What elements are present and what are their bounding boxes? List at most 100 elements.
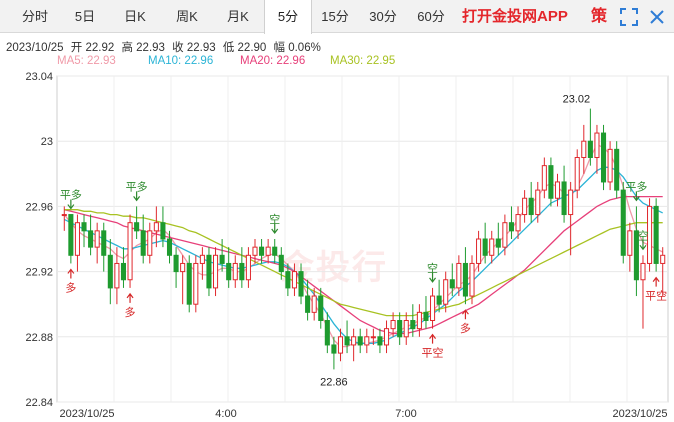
x-tick-label: 4:00 — [215, 408, 236, 420]
candle-body[interactable] — [594, 132, 600, 159]
candle-body[interactable] — [88, 230, 94, 248]
max-price-label: 23.02 — [563, 94, 591, 106]
signal-arrow-up — [67, 268, 75, 279]
candle-body[interactable] — [383, 328, 390, 346]
candle-body[interactable] — [443, 279, 449, 305]
candle-body[interactable] — [285, 271, 291, 289]
candle-body[interactable] — [193, 262, 199, 305]
candle-body[interactable] — [252, 246, 258, 256]
candle-body[interactable] — [515, 214, 521, 232]
min-price-label: 22.86 — [320, 376, 348, 388]
signal-label: 多 — [125, 305, 136, 319]
candle-body[interactable] — [180, 262, 186, 273]
candle-body[interactable] — [377, 336, 383, 346]
candle-body[interactable] — [153, 222, 159, 232]
candle-body[interactable] — [653, 205, 659, 264]
candle-body[interactable] — [403, 320, 409, 338]
signal-arrow-up — [652, 276, 660, 287]
candle-body[interactable] — [476, 238, 482, 264]
candle-body[interactable] — [166, 238, 173, 256]
candle-body[interactable] — [278, 254, 284, 273]
candle-body[interactable] — [449, 279, 455, 289]
candle-body[interactable] — [522, 197, 528, 216]
candle-body[interactable] — [331, 344, 337, 354]
candle-body[interactable] — [574, 157, 580, 191]
candle-body[interactable] — [81, 222, 87, 232]
candle-body[interactable] — [561, 181, 567, 216]
candle-body[interactable] — [101, 230, 107, 256]
candle-body[interactable] — [160, 222, 166, 240]
candle-body[interactable] — [364, 336, 370, 346]
candle-body[interactable] — [74, 222, 80, 256]
candle-body[interactable] — [265, 246, 271, 256]
candle-body[interactable] — [212, 254, 219, 289]
candle-body[interactable] — [206, 254, 212, 289]
candle-body[interactable] — [259, 246, 265, 256]
candle-body[interactable] — [410, 320, 416, 330]
candle-body[interactable] — [337, 336, 344, 354]
candle-body[interactable] — [620, 189, 626, 256]
candle-body[interactable] — [344, 336, 350, 346]
candle-body[interactable] — [94, 230, 100, 248]
candle-body[interactable] — [430, 295, 436, 321]
candle-body[interactable] — [640, 262, 646, 281]
candle-body[interactable] — [495, 238, 501, 248]
candle-body[interactable] — [173, 254, 179, 273]
candle-body[interactable] — [219, 254, 225, 264]
y-tick-label: 23 — [41, 136, 53, 148]
candle-body[interactable] — [147, 230, 153, 256]
candle-body[interactable] — [305, 295, 311, 313]
candle-body[interactable] — [140, 230, 146, 256]
candle-body[interactable] — [239, 262, 245, 281]
candle-body[interactable] — [502, 222, 508, 248]
candle-body[interactable] — [199, 254, 205, 264]
candle-body[interactable] — [68, 214, 74, 256]
candle-body[interactable] — [423, 311, 429, 322]
candle-body[interactable] — [548, 165, 554, 199]
candle-body[interactable] — [291, 271, 297, 289]
candle-body[interactable] — [614, 148, 620, 191]
candle-body[interactable] — [535, 189, 541, 216]
candle-body[interactable] — [390, 320, 396, 330]
candle-body[interactable] — [581, 140, 587, 158]
candle-body[interactable] — [370, 336, 376, 339]
candle-body[interactable] — [600, 132, 607, 183]
candle-body[interactable] — [416, 311, 422, 330]
candle-body[interactable] — [541, 165, 547, 191]
candle-body[interactable] — [528, 197, 534, 216]
candle-body[interactable] — [186, 262, 192, 305]
candle-body[interactable] — [120, 262, 127, 281]
candle-body[interactable] — [134, 222, 140, 232]
candle-body[interactable] — [245, 254, 251, 281]
candle-body[interactable] — [351, 336, 357, 346]
candle-body[interactable] — [482, 238, 488, 256]
candle-body[interactable] — [272, 246, 278, 256]
candlestick-chart[interactable]: 23.04 23 22.96 22.92 22.88 22.84 2023/10/25 4:0… — [0, 0, 674, 422]
candle-body[interactable] — [311, 295, 317, 313]
y-tick-label: 22.96 — [25, 201, 53, 213]
candle-body[interactable] — [114, 262, 120, 289]
candle-body[interactable] — [357, 336, 363, 346]
candle-body[interactable] — [587, 140, 593, 158]
candle-body[interactable] — [232, 262, 238, 281]
candle-body[interactable] — [127, 222, 133, 281]
candle-body[interactable] — [397, 320, 403, 338]
candle-body[interactable] — [607, 148, 613, 183]
candle-body[interactable] — [627, 230, 633, 256]
candle-body[interactable] — [508, 222, 515, 232]
candle-body[interactable] — [660, 254, 666, 264]
candle-body[interactable] — [489, 238, 495, 256]
candle-body[interactable] — [554, 181, 561, 199]
candle-body[interactable] — [324, 320, 330, 346]
candle-body[interactable] — [226, 262, 232, 281]
candle-body[interactable] — [568, 189, 574, 216]
candle-body[interactable] — [107, 254, 113, 289]
signal-label: 多 — [460, 321, 471, 335]
candle-body[interactable] — [436, 295, 442, 305]
candle-body[interactable] — [462, 262, 468, 297]
candle-body[interactable] — [318, 295, 324, 321]
candle-body[interactable] — [456, 262, 462, 289]
candle-body[interactable] — [61, 214, 67, 217]
candle-body[interactable] — [469, 262, 475, 297]
candle-body[interactable] — [298, 271, 304, 297]
